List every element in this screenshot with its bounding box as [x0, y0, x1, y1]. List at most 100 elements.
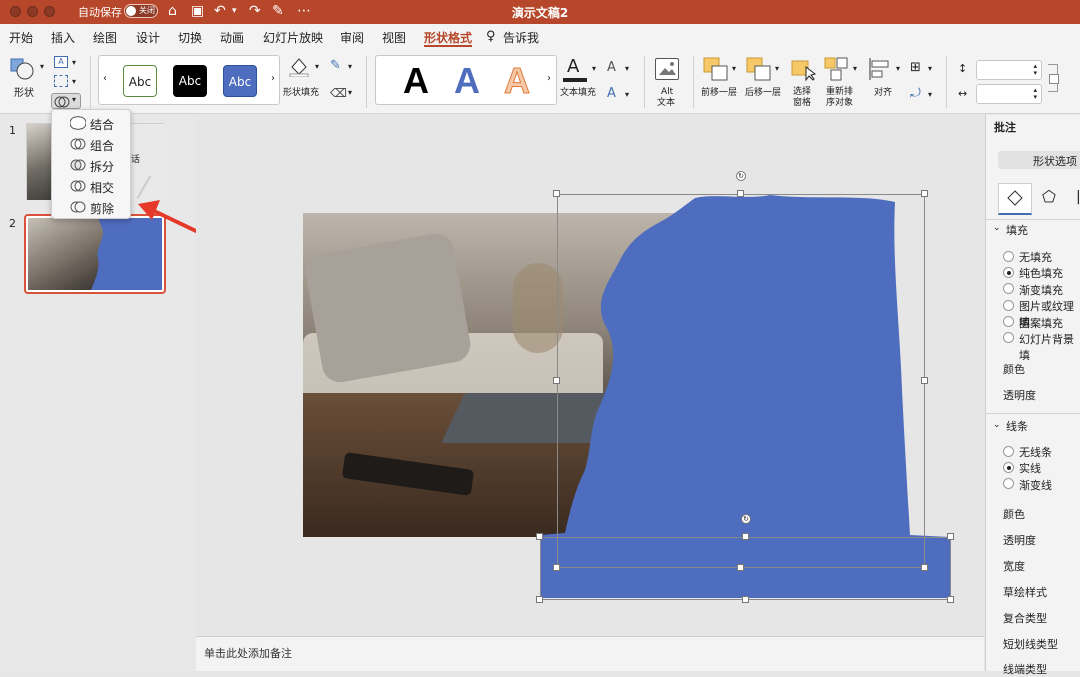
resize-handle[interactable]: [921, 377, 928, 384]
text-fill-icon[interactable]: A: [563, 56, 587, 82]
lock-aspect-checkbox[interactable]: [1049, 74, 1059, 84]
reorder-dropdown-icon[interactable]: ▾: [853, 64, 857, 73]
effects-tab-icon[interactable]: ⬠: [1042, 187, 1056, 206]
text-effects-icon[interactable]: A: [607, 86, 616, 101]
tab-insert[interactable]: 插入: [51, 29, 75, 46]
shape-fill-label: 形状填充: [283, 88, 320, 98]
resize-handle[interactable]: [921, 564, 928, 571]
fill-radio-pattern[interactable]: [1003, 316, 1014, 327]
tab-animations[interactable]: 动画: [220, 29, 244, 46]
send-backward-dropdown-icon[interactable]: ▾: [775, 64, 779, 73]
wordart-style-black[interactable]: A: [403, 60, 429, 102]
align-dropdown-icon[interactable]: ▾: [896, 64, 900, 73]
bring-forward-dropdown-icon[interactable]: ▾: [732, 64, 736, 73]
fill-radio-gradient[interactable]: [1003, 283, 1014, 294]
resize-handle[interactable]: [536, 533, 543, 540]
gallery-prev-icon[interactable]: ‹: [103, 73, 107, 84]
line-radio-gradient[interactable]: [1003, 478, 1014, 489]
send-backward-icon[interactable]: [746, 57, 772, 81]
resize-handle[interactable]: [536, 596, 543, 603]
text-outline-icon[interactable]: A: [607, 60, 616, 75]
text-fill-dropdown-icon[interactable]: ▾: [592, 64, 596, 73]
shape-options-tab[interactable]: 形状选项: [998, 151, 1080, 169]
tab-transitions[interactable]: 切换: [178, 29, 202, 46]
fill-line-tab-icon[interactable]: [998, 183, 1032, 215]
text-outline-dropdown-icon[interactable]: ▾: [625, 64, 629, 73]
wordart-style-orange[interactable]: A: [504, 60, 531, 102]
notes-pane[interactable]: 单击此处添加备注: [196, 636, 984, 671]
group-dropdown-icon[interactable]: ▾: [928, 64, 932, 73]
rotate-handle-icon[interactable]: ↻: [736, 171, 746, 181]
notes-placeholder: 单击此处添加备注: [204, 647, 292, 660]
selection-frame-outer: [557, 194, 925, 568]
reorder-objects-icon[interactable]: [824, 57, 850, 81]
text-box-icon[interactable]: A: [54, 56, 68, 68]
merge-shapes-button[interactable]: ▾: [51, 93, 81, 109]
alt-text-icon[interactable]: [655, 58, 679, 80]
fill-radio-picture[interactable]: [1003, 300, 1014, 311]
fill-collapse-icon[interactable]: ⌄: [993, 223, 1001, 233]
align-icon[interactable]: [868, 57, 892, 81]
shape-fill-icon[interactable]: [288, 55, 310, 78]
shape-effects-dropdown-icon[interactable]: ▾: [348, 88, 352, 97]
line-section-title[interactable]: 线条: [1006, 418, 1028, 434]
line-radio-none[interactable]: [1003, 446, 1014, 457]
bring-forward-icon[interactable]: [703, 57, 729, 81]
merge-subtract-item[interactable]: 剪除: [52, 197, 130, 217]
group-icon[interactable]: ⊞: [910, 60, 921, 75]
tab-view[interactable]: 视图: [382, 29, 406, 46]
shape-style-dark[interactable]: Abc: [173, 65, 207, 97]
wordart-style-blue[interactable]: A: [454, 60, 480, 102]
shape-outline-icon[interactable]: ✎: [330, 58, 341, 73]
shape-outline-dropdown-icon[interactable]: ▾: [348, 62, 352, 71]
shape-fill-dropdown-icon[interactable]: ▾: [315, 62, 319, 71]
resize-handle[interactable]: [737, 564, 744, 571]
edit-shape-dropdown-icon[interactable]: ▾: [72, 77, 76, 86]
merge-union-item[interactable]: 结合: [52, 113, 130, 133]
resize-handle[interactable]: [553, 190, 560, 197]
merge-item-label: 相交: [90, 181, 115, 195]
shapes-dropdown-icon[interactable]: ▾: [40, 62, 44, 71]
fill-radio-none[interactable]: [1003, 251, 1014, 262]
resize-handle[interactable]: [921, 190, 928, 197]
wordart-next-icon[interactable]: ›: [547, 73, 551, 84]
resize-handle[interactable]: [737, 190, 744, 197]
fill-radio-solid[interactable]: [1003, 267, 1014, 278]
tab-slideshow[interactable]: 幻灯片放映: [263, 29, 323, 46]
shape-height-input[interactable]: ▴ ▾: [976, 60, 1042, 80]
resize-handle[interactable]: [553, 377, 560, 384]
gallery-next-icon[interactable]: ›: [271, 73, 275, 84]
shape-style-outline[interactable]: Abc: [123, 65, 157, 97]
tab-tell-me[interactable]: 告诉我: [503, 29, 539, 46]
size-tab-icon[interactable]: |: [1076, 189, 1080, 205]
tab-draw[interactable]: 绘图: [93, 29, 117, 46]
tab-review[interactable]: 审阅: [340, 29, 364, 46]
reorder-label-2: 序对象: [826, 98, 854, 108]
edit-shape-icon[interactable]: [54, 75, 68, 87]
fill-section-title[interactable]: 填充: [1006, 222, 1028, 238]
shape-width-input[interactable]: ▴ ▾: [976, 84, 1042, 104]
resize-handle[interactable]: [553, 564, 560, 571]
merge-fragment-item[interactable]: 拆分: [52, 155, 130, 175]
rotate-handle-icon[interactable]: ↻: [741, 514, 751, 524]
rotate-icon[interactable]: ⤾: [910, 86, 921, 101]
text-box-dropdown-icon[interactable]: ▾: [72, 58, 76, 67]
tab-shape-format[interactable]: 形状格式: [424, 29, 472, 46]
resize-handle[interactable]: [742, 533, 749, 540]
shape-effects-icon[interactable]: ⌫: [330, 86, 347, 100]
resize-handle[interactable]: [742, 596, 749, 603]
shapes-icon[interactable]: [10, 57, 36, 81]
fill-radio-slide-bg[interactable]: [1003, 332, 1014, 343]
line-radio-solid[interactable]: [1003, 462, 1014, 473]
line-collapse-icon[interactable]: ⌄: [993, 420, 1001, 430]
merge-intersect-item[interactable]: 相交: [52, 176, 130, 196]
resize-handle[interactable]: [947, 533, 954, 540]
resize-handle[interactable]: [947, 596, 954, 603]
merge-combine-item[interactable]: 组合: [52, 134, 130, 154]
tab-design[interactable]: 设计: [136, 29, 160, 46]
selection-pane-icon[interactable]: [791, 57, 817, 82]
shape-style-blue[interactable]: Abc: [223, 65, 257, 97]
rotate-dropdown-icon[interactable]: ▾: [928, 90, 932, 99]
text-effects-dropdown-icon[interactable]: ▾: [625, 90, 629, 99]
tab-home[interactable]: 开始: [9, 29, 33, 46]
